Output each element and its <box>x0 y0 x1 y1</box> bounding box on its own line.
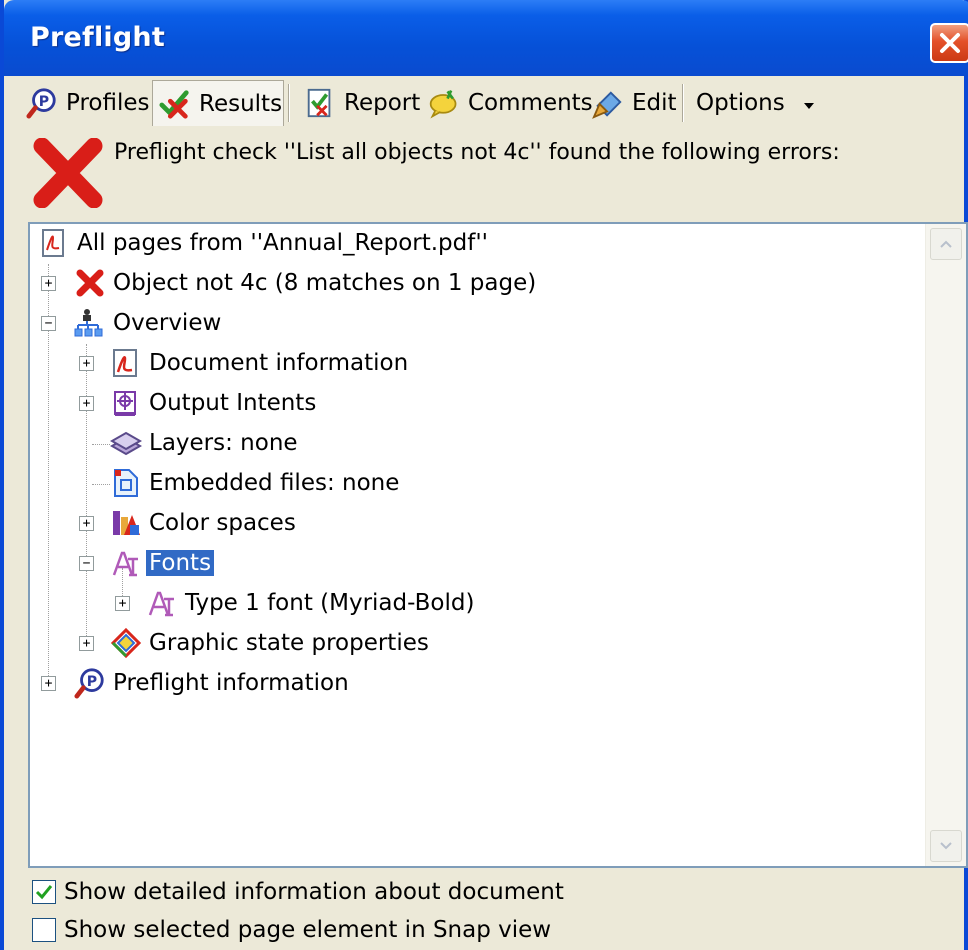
edit-button[interactable]: Edit <box>592 80 677 126</box>
tree-item-label: Graphic state properties <box>149 630 429 656</box>
tree-connector <box>92 444 110 445</box>
svg-text:P: P <box>39 94 49 110</box>
edit-label: Edit <box>632 90 677 116</box>
tree-item-label: Layers: none <box>149 430 298 456</box>
expand-toggle[interactable]: + <box>79 396 94 411</box>
preflight-icon: P <box>74 667 106 699</box>
preflight-message: Preflight check ''List all objects not 4… <box>32 136 952 216</box>
expand-toggle[interactable]: + <box>79 356 94 371</box>
toolbar-separator <box>682 84 683 122</box>
error-icon <box>33 138 103 208</box>
chevron-down-icon <box>940 842 952 850</box>
tree-item-root[interactable]: All pages from ''Annual_Report.pdf'' <box>38 224 491 262</box>
edit-icon <box>592 87 624 119</box>
chevron-down-icon <box>803 90 815 116</box>
tree-item-label: Overview <box>113 310 222 336</box>
output-intent-icon <box>110 387 142 419</box>
error-icon <box>74 267 106 299</box>
pdf-file-icon <box>110 347 142 379</box>
scroll-up-button[interactable] <box>930 228 962 260</box>
tree-item-label: Color spaces <box>149 510 296 536</box>
collapse-toggle[interactable]: − <box>41 316 56 331</box>
tree-connector <box>92 484 110 485</box>
tree-item-label: Fonts <box>146 550 215 576</box>
close-icon <box>940 33 960 53</box>
message-text: Preflight check ''List all objects not 4… <box>114 140 840 165</box>
title-bar[interactable]: Preflight <box>4 0 968 76</box>
results-tree[interactable]: All pages from ''Annual_Report.pdf'' + O… <box>28 222 968 868</box>
tree-item-type1-font[interactable]: Type 1 font (Myriad-Bold) <box>146 584 477 622</box>
vertical-scrollbar[interactable] <box>925 224 966 866</box>
comments-label: Comments <box>468 90 593 116</box>
show-snap-checkbox[interactable] <box>32 918 56 942</box>
window-title: Preflight <box>30 22 165 53</box>
comments-button[interactable]: Comments <box>428 80 593 126</box>
tree-item-label: Type 1 font (Myriad-Bold) <box>185 590 475 616</box>
tree-item-preflight-information[interactable]: P Preflight information <box>74 664 352 702</box>
toolbar: P Profiles Results Report Comments Edit … <box>24 78 964 128</box>
tree-item-label: Document information <box>149 350 409 376</box>
results-icon <box>159 88 191 120</box>
pdf-file-icon <box>38 227 70 259</box>
comments-icon <box>428 87 460 119</box>
tree-item-output-intents[interactable]: Output Intents <box>110 384 319 422</box>
show-detailed-option[interactable]: Show detailed information about document <box>32 874 564 910</box>
scroll-down-button[interactable] <box>930 830 962 862</box>
options-menu[interactable]: Options <box>696 80 815 126</box>
report-icon <box>304 87 336 119</box>
checkmark-icon <box>35 885 53 900</box>
expand-toggle[interactable]: + <box>41 676 56 691</box>
profiles-icon: P <box>26 87 58 119</box>
tree-item-embedded-files[interactable]: Embedded files: none <box>110 464 402 502</box>
tree-item-object-not-4c[interactable]: Object not 4c (8 matches on 1 page) <box>74 264 539 302</box>
tab-profiles-label: Profiles <box>66 90 150 116</box>
tree-item-label: All pages from ''Annual_Report.pdf'' <box>77 230 488 256</box>
layers-icon <box>110 427 142 459</box>
report-label: Report <box>344 90 421 116</box>
tree-item-label: Output Intents <box>149 390 317 416</box>
font-icon <box>146 587 178 619</box>
close-button[interactable] <box>930 23 968 63</box>
tree-item-label: Embedded files: none <box>149 470 400 496</box>
show-snap-option[interactable]: Show selected page element in Snap view <box>32 912 551 948</box>
toolbar-separator <box>288 84 289 122</box>
chevron-up-icon <box>940 240 952 248</box>
expand-toggle[interactable]: + <box>41 276 56 291</box>
tree-item-layers[interactable]: Layers: none <box>110 424 301 462</box>
show-detailed-checkbox[interactable] <box>32 880 56 904</box>
tree-item-document-information[interactable]: Document information <box>110 344 411 382</box>
color-spaces-icon <box>110 507 142 539</box>
tab-results-label: Results <box>199 90 283 117</box>
expand-toggle[interactable]: + <box>79 636 94 651</box>
tab-profiles[interactable]: P Profiles <box>26 80 150 126</box>
report-button[interactable]: Report <box>304 80 420 126</box>
embedded-file-icon <box>110 467 142 499</box>
expand-toggle[interactable]: + <box>115 596 130 611</box>
options-label: Options <box>696 90 785 116</box>
tab-results[interactable]: Results <box>152 80 284 126</box>
tree-item-graphic-state[interactable]: Graphic state properties <box>110 624 432 662</box>
tree-connector <box>86 344 87 644</box>
collapse-toggle[interactable]: − <box>79 556 94 571</box>
fonts-icon <box>110 547 142 579</box>
svg-text:P: P <box>87 674 97 690</box>
preflight-window: Preflight P Profiles Results Report Comm… <box>0 0 968 950</box>
expand-toggle[interactable]: + <box>79 516 94 531</box>
graphic-state-icon <box>110 627 142 659</box>
tree-item-overview[interactable]: Overview <box>74 304 224 342</box>
tree-item-label: Preflight information <box>113 670 349 696</box>
tree-item-label: Object not 4c (8 matches on 1 page) <box>113 270 537 296</box>
show-snap-label: Show selected page element in Snap view <box>64 917 552 943</box>
show-detailed-label: Show detailed information about document <box>64 879 564 905</box>
tree-item-fonts[interactable]: Fonts <box>110 544 215 582</box>
tree-item-color-spaces[interactable]: Color spaces <box>110 504 299 542</box>
hierarchy-icon <box>74 307 106 339</box>
